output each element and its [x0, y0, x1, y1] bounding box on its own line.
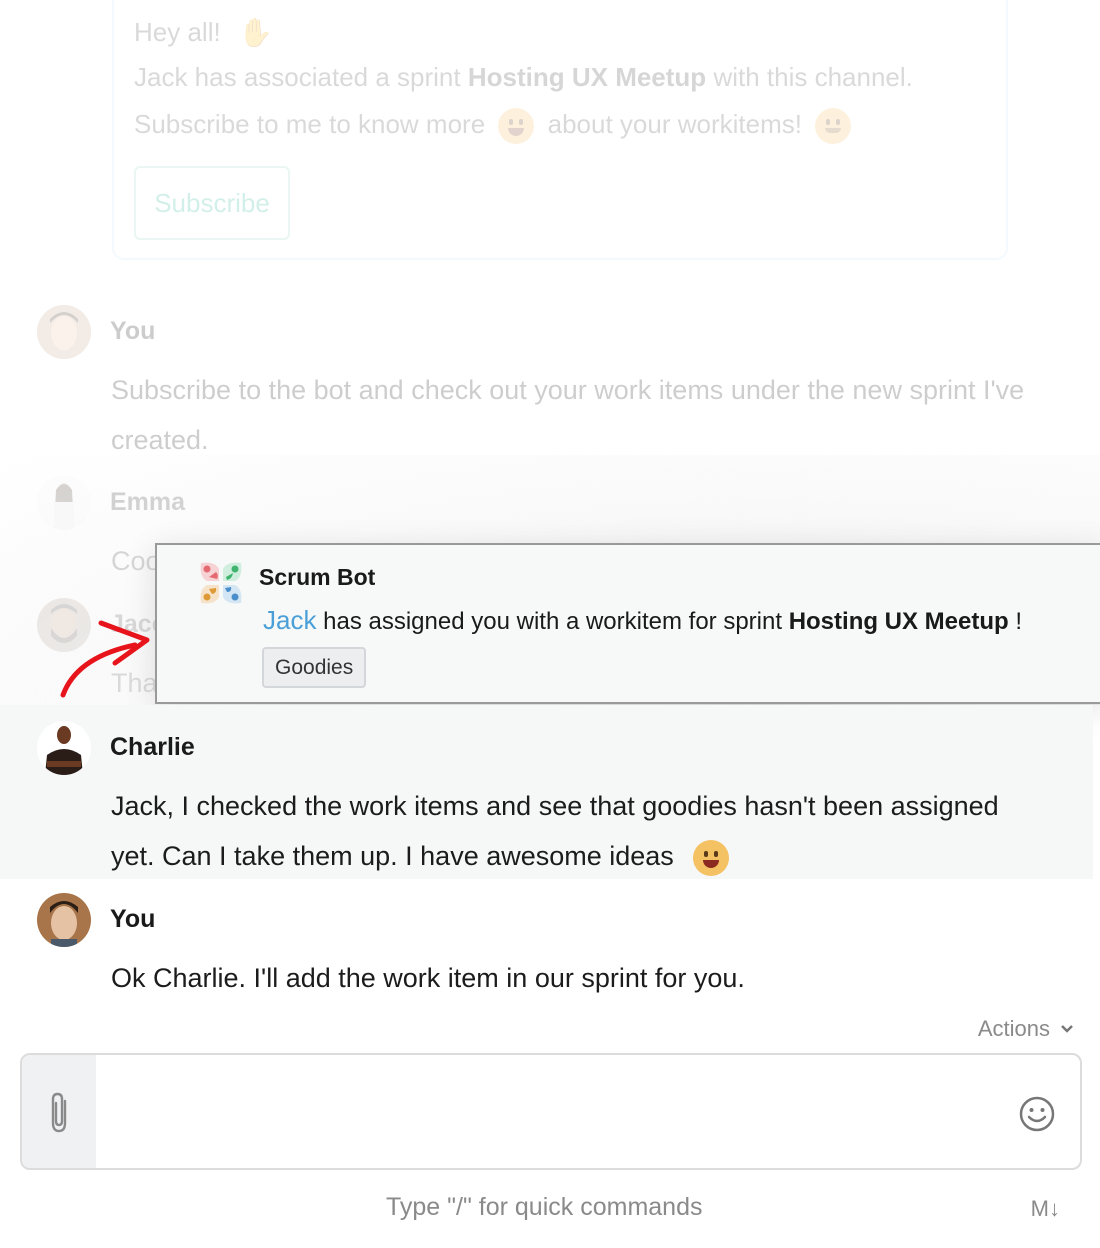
notification-text: Jack has assigned you with a workitem fo…: [263, 605, 1023, 635]
actions-dropdown[interactable]: Actions: [978, 1016, 1074, 1042]
markdown-toggle[interactable]: M↓: [1031, 1196, 1060, 1222]
greeting-text: Hey all!: [134, 16, 221, 47]
avatar-you: [37, 305, 91, 359]
sender-name: You: [110, 317, 156, 345]
avatar-charlie: [37, 721, 91, 775]
message-input[interactable]: [96, 1055, 1000, 1168]
bot-welcome-card: Hey all! Jack has associated a sprint Ho…: [112, 0, 1008, 260]
smiling-face-icon: [815, 108, 852, 144]
message-text: Subscribe to the bot and check out your …: [111, 375, 1025, 455]
message-text: Ok Charlie. I'll add the work item in ou…: [111, 963, 745, 993]
scrum-bot-logo-icon: [200, 562, 242, 604]
sprint-name: Hosting UX Meetup: [467, 62, 707, 92]
light-bulb-face-icon: [498, 108, 535, 144]
sender-name: Charlie: [110, 733, 195, 761]
message-composer: [20, 1053, 1082, 1170]
workitem-tag[interactable]: Goodies: [262, 647, 367, 688]
paperclip-icon: [51, 1092, 67, 1132]
chat-window: Hey all! Jack has associated a sprint Ho…: [0, 0, 1100, 1248]
mention-jack[interactable]: Jack: [263, 605, 316, 635]
message-charlie: Charlie Jack, I checked the work items a…: [0, 705, 1093, 879]
sprint-name: Hosting UX Meetup: [788, 608, 1009, 635]
bot-name: Scrum Bot: [259, 564, 376, 590]
light-bulb-face-icon: [693, 839, 730, 876]
message-text: Jack, I checked the work items and see t…: [111, 781, 1031, 881]
chevron-down-icon: [1061, 1025, 1073, 1033]
avatar-you: [37, 893, 91, 947]
annotation-arrow-icon: [60, 620, 150, 698]
quick-commands-hint: Type "/" for quick commands: [386, 1193, 703, 1221]
actions-label: Actions: [977, 1016, 1050, 1041]
waving-hand-icon: [234, 16, 273, 52]
bot-notification-popup[interactable]: Scrum Bot Jack has assigned you with a w…: [155, 543, 1100, 704]
subscribe-button[interactable]: Subscribe: [134, 166, 290, 240]
emoji-picker-icon[interactable]: [1018, 1095, 1056, 1133]
sender-name: You: [110, 905, 156, 933]
attach-button[interactable]: [22, 1055, 96, 1168]
